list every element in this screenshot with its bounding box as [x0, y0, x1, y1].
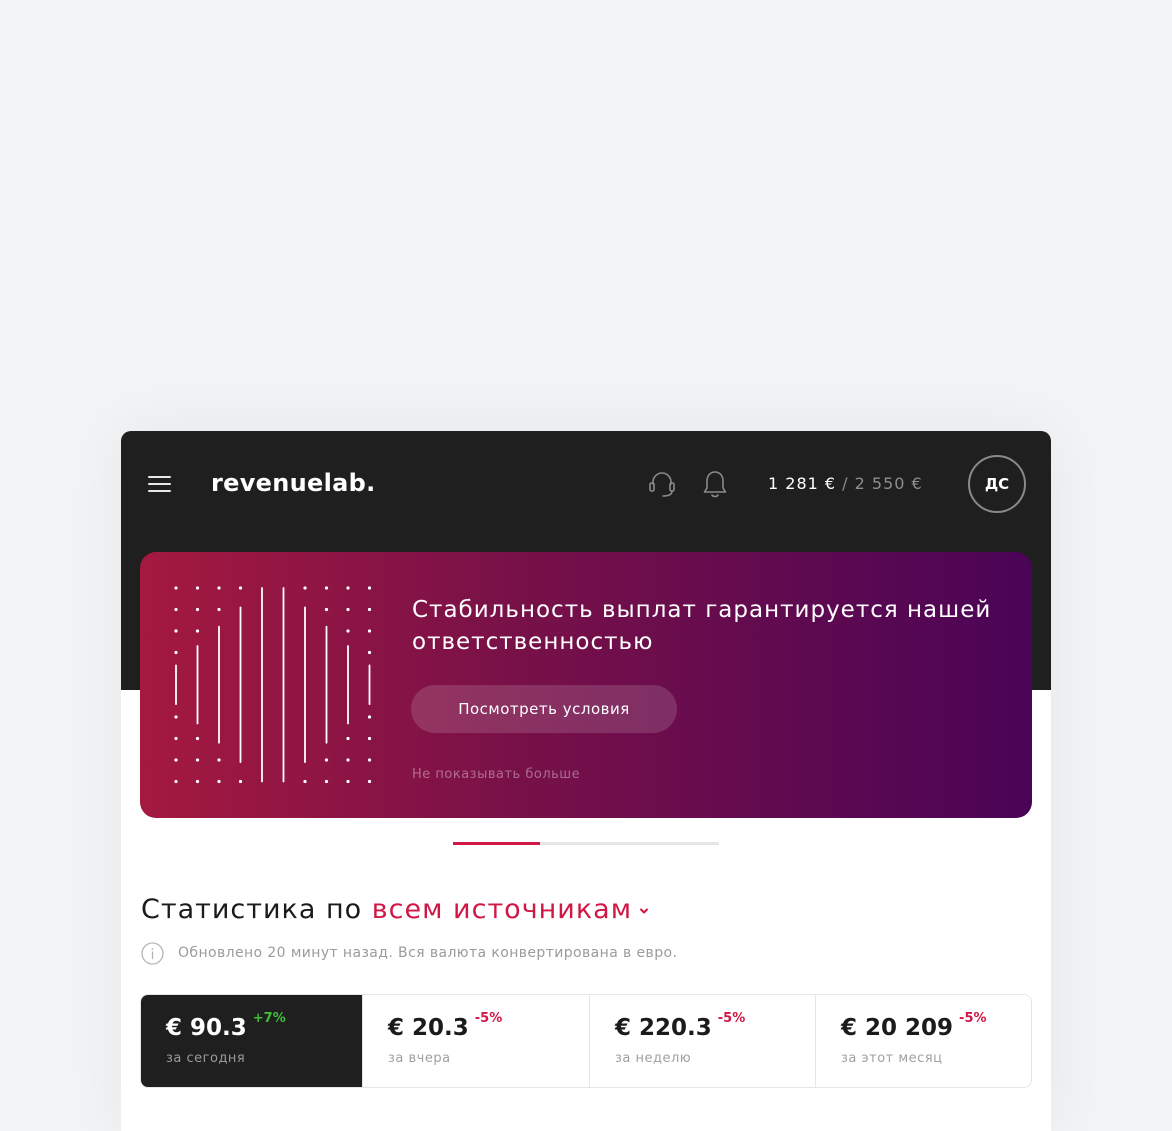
- stat-change: -5%: [717, 1011, 746, 1026]
- carousel-pager[interactable]: [453, 842, 719, 845]
- menu-icon[interactable]: [148, 474, 171, 494]
- top-bar: revenuelab. 1 281 € / 2 550 € ДС: [121, 431, 1051, 537]
- stat-value-wrap: € 90.3 +7%: [166, 1011, 286, 1041]
- stat-label: за неделю: [615, 1051, 692, 1066]
- dashboard-card: revenuelab. 1 281 € / 2 550 € ДС Стабиль…: [121, 431, 1051, 1131]
- stat-change: -5%: [474, 1011, 503, 1026]
- view-terms-button[interactable]: Посмотреть условия: [411, 685, 677, 733]
- source-selector[interactable]: всем источникам: [372, 894, 650, 925]
- stat-value: € 220.3: [615, 1015, 712, 1041]
- period-stats: € 90.3 +7% за сегодня € 20.3 -5% за вчера …: [140, 994, 1032, 1088]
- balance-current: 1 281 €: [768, 474, 837, 493]
- stat-label: за вчера: [388, 1051, 451, 1066]
- stat-value: € 20.3: [388, 1015, 469, 1041]
- chevron-down-icon: [640, 908, 649, 913]
- stat-change: -5%: [959, 1011, 987, 1026]
- support-headset-icon[interactable]: [647, 469, 677, 499]
- stat-change: +7%: [252, 1011, 286, 1026]
- balance-separator: /: [836, 474, 855, 493]
- stats-title-prefix: Статистика по: [141, 894, 363, 925]
- stat-week[interactable]: € 220.3 -5% за неделю: [589, 995, 815, 1087]
- stat-value-wrap: € 20.3 -5%: [388, 1011, 502, 1041]
- stat-value-wrap: € 20 209 -5%: [841, 1011, 987, 1041]
- banner-title: Стабильность выплат гарантируется нашей …: [412, 597, 992, 655]
- source-selector-label: всем источникам: [371, 894, 633, 925]
- balance[interactable]: 1 281 € / 2 550 €: [768, 474, 923, 493]
- balance-limit: 2 550 €: [854, 474, 923, 493]
- dismiss-banner-link[interactable]: Не показывать больше: [412, 767, 580, 782]
- stat-value: € 20 209: [841, 1015, 954, 1041]
- update-note-text: Обновлено 20 минут назад. Вся валюта кон…: [178, 945, 678, 961]
- avatar[interactable]: ДС: [968, 455, 1026, 513]
- stats-title: Статистика по всем источникам: [141, 894, 650, 925]
- logo[interactable]: revenuelab.: [211, 469, 376, 497]
- stat-value-wrap: € 220.3 -5%: [615, 1011, 745, 1041]
- bell-icon[interactable]: [702, 469, 728, 499]
- update-note: Обновлено 20 минут назад. Вся валюта кон…: [141, 941, 677, 965]
- dot-wave-pattern-icon: [174, 586, 372, 784]
- carousel-active-indicator: [453, 842, 540, 845]
- stat-label: за сегодня: [166, 1051, 246, 1066]
- stat-yesterday[interactable]: € 20.3 -5% за вчера: [362, 995, 589, 1087]
- stat-label: за этот месяц: [841, 1051, 943, 1066]
- info-icon: [141, 941, 164, 965]
- stat-today[interactable]: € 90.3 +7% за сегодня: [141, 995, 362, 1087]
- stat-value: € 90.3: [166, 1015, 247, 1041]
- promo-banner: Стабильность выплат гарантируется нашей …: [140, 552, 1032, 818]
- stat-month[interactable]: € 20 209 -5% за этот месяц: [815, 995, 1031, 1087]
